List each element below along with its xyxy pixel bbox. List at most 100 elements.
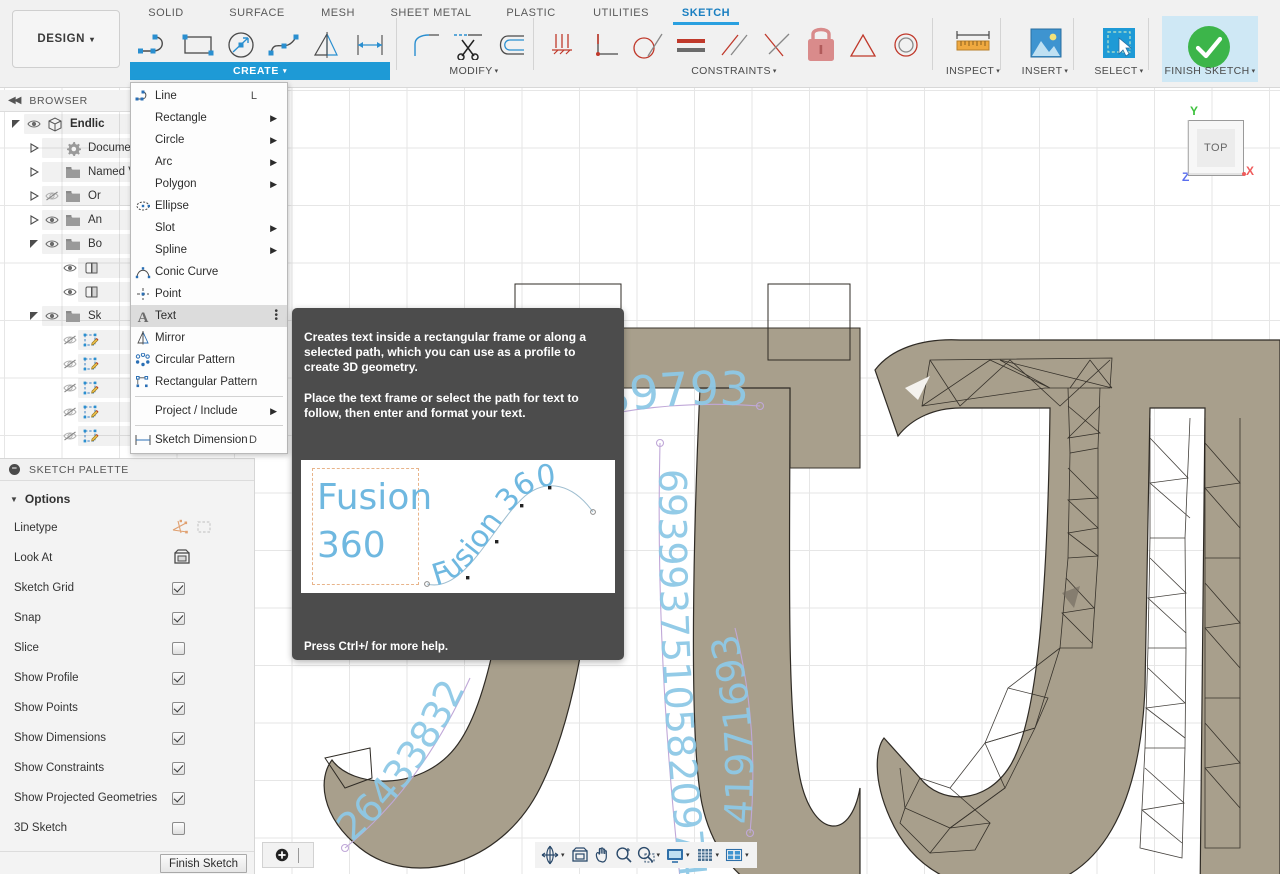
overflow-menu-icon[interactable]: ••• [274,310,278,322]
chevron-down-icon[interactable]: ▾ [686,851,690,859]
visibility-toggle-icon[interactable] [60,400,80,424]
sketch-rectangle-tool[interactable] [176,26,220,64]
zoom-window-icon[interactable] [635,843,657,867]
sketch-mirror-tool[interactable] [305,26,349,64]
visibility-toggle-icon[interactable] [60,328,80,352]
palette-row-show-dimensions[interactable]: Show Dimensions [0,723,254,753]
design-workspace-button[interactable]: DESIGN ▾ [12,10,120,68]
menu-item-project-include[interactable]: Project / Include▶ [131,400,287,422]
checkbox-show-profile[interactable] [172,672,185,685]
twisty-closed[interactable] [26,136,42,160]
timeline-add-control[interactable] [262,842,314,868]
menu-item-rectangle[interactable]: Rectangle▶ [131,107,287,129]
twisty-closed[interactable] [26,160,42,184]
look-at-icon[interactable] [569,843,591,867]
tab-mesh[interactable]: MESH [310,3,366,25]
inspect-measure-icon[interactable] [949,22,997,64]
menu-item-mirror[interactable]: Mirror [131,327,287,349]
palette-row-3d-sketch[interactable]: 3D Sketch [0,813,254,843]
menu-item-arc[interactable]: Arc▶ [131,151,287,173]
visibility-toggle-icon[interactable] [60,352,80,376]
menu-item-rectangular-pattern[interactable]: Rectangular Pattern [131,371,287,393]
menu-item-spline[interactable]: Spline▶ [131,239,287,261]
chevron-down-icon[interactable]: ▾ [657,851,661,859]
menu-item-line[interactable]: LineL [131,85,287,107]
group-label-insert[interactable]: INSERT▾ [1014,65,1076,77]
checkbox-show-dimensions[interactable] [172,732,185,745]
perpendicular-constraint-icon[interactable] [583,26,627,64]
zoom-icon[interactable] [613,843,635,867]
look-at-icon[interactable] [172,548,192,569]
palette-row-snap[interactable]: Snap [0,603,254,633]
visibility-toggle-icon[interactable] [42,184,62,208]
visibility-toggle-icon[interactable] [42,160,62,184]
finish-sketch-button[interactable]: Finish Sketch [160,854,247,873]
group-label-select[interactable]: SELECT▾ [1086,65,1152,77]
twisty-open[interactable] [26,304,42,328]
insert-image-icon[interactable] [1022,22,1070,64]
select-tool-icon[interactable] [1095,22,1143,64]
visibility-toggle-icon[interactable] [42,136,62,160]
visibility-toggle-icon[interactable] [60,424,80,448]
twisty-none[interactable] [44,400,60,424]
menu-item-point[interactable]: Point [131,283,287,305]
lock-constraint-icon[interactable] [797,22,845,64]
tab-surface[interactable]: SURFACE [218,3,296,25]
palette-row-show-constraints[interactable]: Show Constraints [0,753,254,783]
create-dropdown-menu[interactable]: LineLRectangle▶Circle▶Arc▶Polygon▶Ellips… [130,82,288,454]
chevron-down-icon[interactable]: ▾ [716,851,720,859]
orbit-icon[interactable] [539,843,561,867]
palette-row-linetype[interactable]: Linetype [0,513,254,543]
visibility-toggle-icon[interactable] [24,112,44,136]
palette-row-show-projected-geometries[interactable]: Show Projected Geometries [0,783,254,813]
menu-item-sketch-dimension[interactable]: Sketch DimensionD [131,429,287,451]
trim-tool[interactable] [446,26,490,64]
sketch-dimension-tool[interactable] [348,26,392,64]
menu-item-conic-curve[interactable]: Conic Curve [131,261,287,283]
twisty-closed[interactable] [26,208,42,232]
twisty-none[interactable] [44,352,60,376]
fix-constraint-icon[interactable] [540,26,584,64]
visibility-toggle-icon[interactable] [42,232,62,256]
menu-item-text[interactable]: AText••• [131,305,287,327]
tab-sketch[interactable]: SKETCH [673,3,739,25]
palette-row-look-at[interactable]: Look At [0,543,254,573]
viewports-icon[interactable] [723,843,745,867]
equal-constraint-icon[interactable] [669,26,713,64]
group-label-finish-sketch[interactable]: FINISH SKETCH▾ [1158,65,1262,77]
twisty-open[interactable] [8,112,24,136]
grid-snaps-icon[interactable] [694,843,716,867]
offset-tool[interactable] [489,26,533,64]
group-label-constraints[interactable]: CONSTRAINTS▾ [668,65,800,77]
checkbox-snap[interactable] [172,612,185,625]
palette-row-show-points[interactable]: Show Points [0,693,254,723]
chevron-down-icon[interactable]: ▾ [561,851,565,859]
menu-item-circular-pattern[interactable]: Circular Pattern [131,349,287,371]
palette-row-show-profile[interactable]: Show Profile [0,663,254,693]
parallel-constraint-icon[interactable] [712,26,756,64]
tab-utilities[interactable]: UTILITIES [582,3,660,25]
menu-item-ellipse[interactable]: Ellipse [131,195,287,217]
linetype-icon[interactable] [172,518,214,539]
visibility-toggle-icon[interactable] [60,256,80,280]
twisty-none[interactable] [44,256,60,280]
collapse-icon[interactable]: − [9,464,20,475]
checkbox-slice[interactable] [172,642,185,655]
palette-row-slice[interactable]: Slice [0,633,254,663]
twisty-open[interactable] [26,232,42,256]
display-settings-icon[interactable] [664,843,686,867]
twisty-none[interactable] [44,376,60,400]
menu-item-polygon[interactable]: Polygon▶ [131,173,287,195]
checkbox-show-points[interactable] [172,702,185,715]
tab-solid[interactable]: SOLID [138,3,194,25]
tangent-constraint-icon[interactable] [626,26,670,64]
fillet-tool[interactable] [403,26,447,64]
pan-icon[interactable] [591,843,613,867]
equal-triangle-constraint-icon[interactable] [841,26,885,64]
collapse-panel-icon[interactable]: ◀◀ [8,95,19,106]
timeline-playhead[interactable] [298,848,301,863]
twisty-closed[interactable] [26,184,42,208]
visibility-toggle-icon[interactable] [60,280,80,304]
menu-item-slot[interactable]: Slot▶ [131,217,287,239]
sketch-spline-tool[interactable] [262,26,306,64]
